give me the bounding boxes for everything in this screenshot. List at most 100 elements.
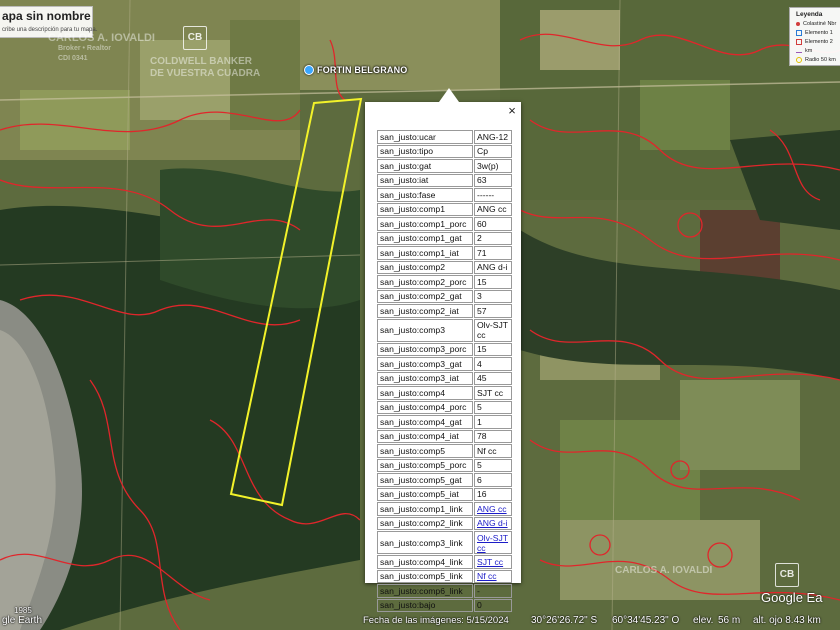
legend-item: Radio 50 km xyxy=(796,57,836,63)
attribute-row: san_justo:iat 63 xyxy=(377,173,512,187)
attribute-row: san_justo:comp1_porc 60 xyxy=(377,217,512,231)
attribute-row: san_justo:comp2_link ANG d-i xyxy=(377,516,512,530)
attribute-value: 71 xyxy=(474,246,512,260)
attribute-link[interactable]: ANG d-i xyxy=(477,518,508,528)
watermark-coldwell-sub: DE VUESTRA CUADRA xyxy=(150,68,261,79)
attribute-row: san_justo:comp1_iat 71 xyxy=(377,246,512,260)
attribute-key: san_justo:comp5_gat xyxy=(377,473,473,487)
attribute-value: 1 xyxy=(474,415,512,429)
attribute-value: 3w(p) xyxy=(474,159,512,173)
attribute-value: ------ xyxy=(474,188,512,202)
attribute-value: 16 xyxy=(474,487,512,501)
elevation-value: 56 m xyxy=(718,615,741,626)
attribute-row: san_justo:tipo Cp xyxy=(377,144,512,158)
legend-item-label: Elemento 1 xyxy=(805,30,833,36)
popup-pointer xyxy=(439,88,459,102)
attribute-key: san_justo:comp2_porc xyxy=(377,275,473,289)
circle-icon xyxy=(796,57,802,63)
attribute-row: san_justo:comp5_porc 5 xyxy=(377,458,512,472)
attribute-value: 0 xyxy=(474,598,512,612)
feature-info-popup[interactable]: × san_justo:ucar ANG-12 san_justo:tipo Cp sa… xyxy=(365,88,521,612)
attribute-value: 57 xyxy=(474,304,512,318)
legend-item: Colastiné Nbr xyxy=(796,21,836,27)
attribute-value: Olv-SJT cc xyxy=(474,318,512,342)
attribute-row: san_justo:comp5_link Nf cc xyxy=(377,569,512,583)
watermark-bottom-right: CARLOS A. IOVALDI xyxy=(615,565,713,576)
attribute-row: san_justo:comp2_gat 3 xyxy=(377,289,512,303)
attribute-link[interactable]: Olv-SJT cc xyxy=(477,533,508,553)
attribute-row: san_justo:comp3_porc 15 xyxy=(377,342,512,356)
attribute-value: ANG cc xyxy=(474,502,512,516)
attribute-link[interactable]: Nf cc xyxy=(477,571,497,581)
attribute-link[interactable]: ANG cc xyxy=(477,504,507,514)
attribute-key: san_justo:ucar xyxy=(377,130,473,144)
attribute-key: san_justo:comp2 xyxy=(377,260,473,274)
attribute-value: 63 xyxy=(474,173,512,187)
attribute-key: san_justo:comp6_link xyxy=(377,584,473,598)
attribute-key: san_justo:fase xyxy=(377,188,473,202)
attribute-row: san_justo:comp5 Nf cc xyxy=(377,444,512,458)
year-label: 1985 xyxy=(14,606,32,615)
place-marker[interactable]: FORTIN BELGRANO xyxy=(304,65,408,75)
location-pin-icon[interactable] xyxy=(304,65,314,75)
attribute-row: san_justo:comp1_gat 2 xyxy=(377,231,512,245)
attribute-row: san_justo:comp1 ANG cc xyxy=(377,202,512,216)
legend-item-label: Colastiné Nbr xyxy=(803,21,837,27)
attribute-key: san_justo:gat xyxy=(377,159,473,173)
attribute-row: san_justo:gat 3w(p) xyxy=(377,159,512,173)
google-earth-logo-left: gle Earth xyxy=(2,615,43,626)
legend-item-label: km xyxy=(805,48,813,54)
attribute-value: 78 xyxy=(474,429,512,443)
attribute-key: san_justo:comp2_iat xyxy=(377,304,473,318)
close-icon[interactable]: × xyxy=(506,104,518,117)
attribute-row: san_justo:comp4_porc 5 xyxy=(377,400,512,414)
longitude-readout: 60°34'45.23" O xyxy=(612,615,680,626)
attribute-value: 2 xyxy=(474,231,512,245)
watermark-company: CARLOS A. IOVALDI xyxy=(48,32,155,44)
attribute-key: san_justo:comp3_gat xyxy=(377,357,473,371)
attribute-link[interactable]: SJT cc xyxy=(477,557,503,567)
attribute-row: san_justo:comp3_iat 45 xyxy=(377,371,512,385)
attribute-key: san_justo:tipo xyxy=(377,144,473,158)
attribute-key: san_justo:comp2_link xyxy=(377,516,473,530)
attribute-key: san_justo:comp4 xyxy=(377,386,473,400)
attribute-row: san_justo:comp4_gat 1 xyxy=(377,415,512,429)
latitude-readout: 30°26'26.72" S xyxy=(531,615,598,626)
attribute-key: san_justo:comp5_porc xyxy=(377,458,473,472)
attribute-row: san_justo:comp4 SJT cc xyxy=(377,386,512,400)
legend-panel[interactable]: Leyenda Colastiné Nbr Elemento 1 Element… xyxy=(789,7,840,66)
attribute-value: Olv-SJT cc xyxy=(474,531,512,554)
legend-item: km xyxy=(796,48,812,54)
attribute-row: san_justo:comp6_link - xyxy=(377,584,512,598)
attribute-row: san_justo:comp2_porc 15 xyxy=(377,275,512,289)
attribute-key: san_justo:comp5_iat xyxy=(377,487,473,501)
attribute-key: san_justo:comp1_porc xyxy=(377,217,473,231)
attribute-key: san_justo:comp3_porc xyxy=(377,342,473,356)
attribute-row: san_justo:comp1_link ANG cc xyxy=(377,502,512,516)
attribute-key: san_justo:iat xyxy=(377,173,473,187)
pin-icon xyxy=(796,22,800,26)
line-icon xyxy=(796,49,802,53)
attribute-value: Cp xyxy=(474,144,512,158)
attribute-row: san_justo:comp3_link Olv-SJT cc xyxy=(377,531,512,554)
attribute-key: san_justo:comp4_iat xyxy=(377,429,473,443)
attribute-row: san_justo:comp2 ANG d-i xyxy=(377,260,512,274)
attribute-key: san_justo:comp1_link xyxy=(377,502,473,516)
legend-item-label: Radio 50 km xyxy=(805,57,836,63)
attribute-row: san_justo:comp5_iat 16 xyxy=(377,487,512,501)
attribute-row: san_justo:comp5_gat 6 xyxy=(377,473,512,487)
attribute-key: san_justo:comp1_gat xyxy=(377,231,473,245)
attribute-value: SJT cc xyxy=(474,555,512,569)
attribute-value: ANG-12 xyxy=(474,130,512,144)
attribute-value: 5 xyxy=(474,458,512,472)
elevation-label: elev. xyxy=(693,615,714,626)
attribute-value: 45 xyxy=(474,371,512,385)
google-earth-logo: Google Ea xyxy=(761,590,823,605)
attribute-row: san_justo:bajo 0 xyxy=(377,598,512,612)
attribute-value: SJT cc xyxy=(474,386,512,400)
attribute-value: 4 xyxy=(474,357,512,371)
legend-item: Elemento 1 xyxy=(796,30,833,36)
attribute-key: san_justo:comp2_gat xyxy=(377,289,473,303)
shape-icon xyxy=(796,30,802,36)
attribute-key: san_justo:comp3_link xyxy=(377,531,473,554)
